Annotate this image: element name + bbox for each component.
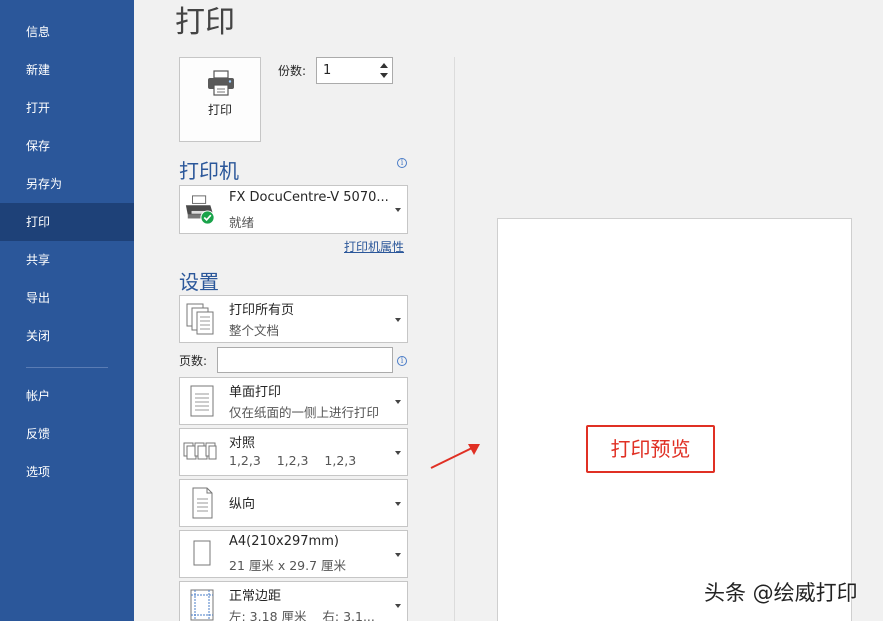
preview-callout: 打印预览 <box>586 425 715 473</box>
margins-icon <box>190 589 214 621</box>
sides-main: 单面打印 <box>229 385 282 400</box>
collate-main: 对照 <box>229 436 256 451</box>
page-title: 打印 <box>175 5 235 40</box>
collate-icon <box>183 442 217 460</box>
printer-name: FX DocuCentre-V 5070... <box>229 190 389 205</box>
info-icon[interactable]: i <box>397 356 407 366</box>
pages-label: 页数: <box>179 354 208 368</box>
chevron-down-icon <box>395 604 401 608</box>
nav-save-as[interactable]: 另存为 <box>0 165 134 203</box>
annotation-arrow-icon <box>430 444 480 469</box>
panel-divider <box>454 57 455 621</box>
backstage-sidebar: 信息 新建 打开 保存 另存为 打印 共享 导出 关闭 帐户 反馈 选项 <box>0 0 134 621</box>
print-range-dropdown[interactable]: 打印所有页 整个文档 <box>179 295 408 343</box>
chevron-down-icon <box>395 451 401 455</box>
print-button[interactable]: 打印 <box>179 57 261 142</box>
single-sided-icon <box>190 385 214 417</box>
margins-sub: 左: 3.18 厘米 右: 3.1... <box>229 609 375 621</box>
printer-properties-link[interactable]: 打印机属性 <box>344 238 404 255</box>
copies-input[interactable]: 1 <box>316 57 393 84</box>
pages-icon <box>186 303 214 335</box>
copies-value: 1 <box>323 63 332 78</box>
print-range-main: 打印所有页 <box>229 303 295 318</box>
nav-export[interactable]: 导出 <box>0 279 134 317</box>
pages-input[interactable] <box>217 347 393 373</box>
nav-options[interactable]: 选项 <box>0 453 134 491</box>
paper-size-icon <box>193 540 211 566</box>
spin-down-icon[interactable] <box>380 73 388 78</box>
nav-account[interactable]: 帐户 <box>0 377 134 415</box>
print-range-sub: 整个文档 <box>229 323 280 338</box>
paper-size-main: A4(210x297mm) <box>229 534 339 549</box>
printer-section-title: 打印机 <box>179 159 239 183</box>
orientation-dropdown[interactable]: 纵向 <box>179 479 408 527</box>
paper-size-dropdown[interactable]: A4(210x297mm) 21 厘米 x 29.7 厘米 <box>179 530 408 578</box>
nav-open[interactable]: 打开 <box>0 89 134 127</box>
paper-size-sub: 21 厘米 x 29.7 厘米 <box>229 558 347 573</box>
nav-share[interactable]: 共享 <box>0 241 134 279</box>
chevron-down-icon <box>395 318 401 322</box>
copies-label: 份数: <box>278 64 307 78</box>
chevron-down-icon <box>395 553 401 557</box>
settings-section-title: 设置 <box>179 270 219 294</box>
chevron-down-icon <box>395 502 401 506</box>
watermark: 头条 @绘威打印 <box>704 581 858 605</box>
printer-icon <box>208 70 234 96</box>
print-preview-page <box>497 218 852 621</box>
info-icon[interactable]: i <box>397 158 407 168</box>
collate-dropdown[interactable]: 对照 1,2,3 1,2,3 1,2,3 <box>179 428 408 476</box>
print-button-label: 打印 <box>207 103 232 117</box>
printer-dropdown[interactable]: FX DocuCentre-V 5070... 就绪 <box>179 185 408 234</box>
nav-divider <box>26 367 108 368</box>
nav-info[interactable]: 信息 <box>0 13 134 51</box>
nav-print[interactable]: 打印 <box>0 203 134 241</box>
chevron-down-icon <box>395 208 401 212</box>
margins-dropdown[interactable]: 正常边距 左: 3.18 厘米 右: 3.1... <box>179 581 408 621</box>
chevron-down-icon <box>395 400 401 404</box>
nav-close[interactable]: 关闭 <box>0 317 134 355</box>
sides-sub: 仅在纸面的一侧上进行打印 <box>229 405 380 420</box>
nav-new[interactable]: 新建 <box>0 51 134 89</box>
nav-save[interactable]: 保存 <box>0 127 134 165</box>
orientation-main: 纵向 <box>229 497 256 512</box>
sides-dropdown[interactable]: 单面打印 仅在纸面的一侧上进行打印 <box>179 377 408 425</box>
collate-sub: 1,2,3 1,2,3 1,2,3 <box>229 453 357 468</box>
margins-main: 正常边距 <box>229 589 282 604</box>
printer-status: 就绪 <box>229 215 255 230</box>
copies-spinner[interactable] <box>379 61 389 80</box>
nav-feedback[interactable]: 反馈 <box>0 415 134 453</box>
printer-ready-icon <box>185 195 215 225</box>
portrait-icon <box>192 487 213 519</box>
spin-up-icon[interactable] <box>380 63 388 68</box>
